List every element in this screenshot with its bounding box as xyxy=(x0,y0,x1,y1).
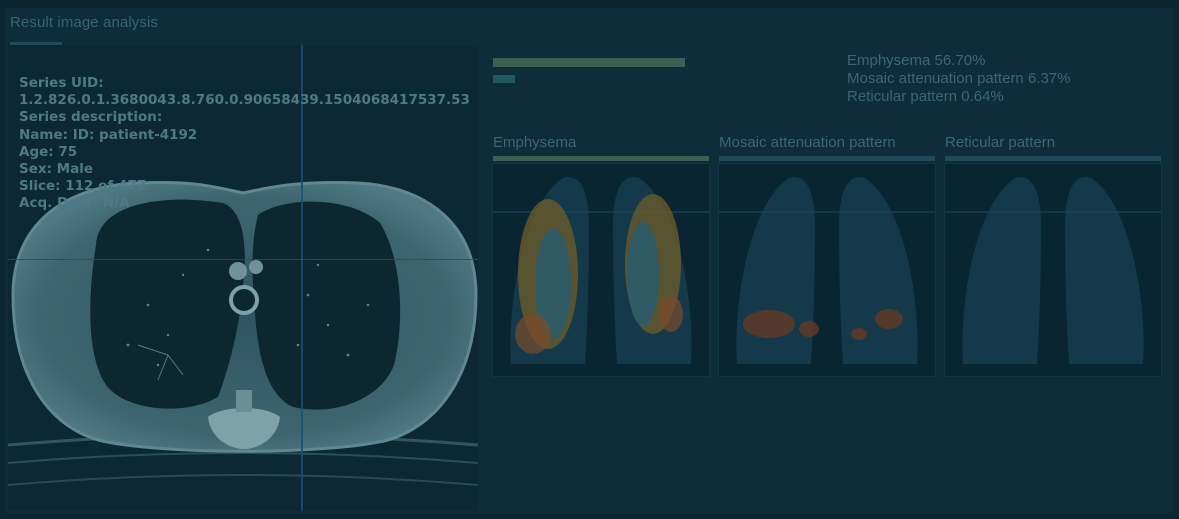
ct-viewer[interactable]: Series UID: 1.2.826.0.1.3680043.8.760.0.… xyxy=(8,45,478,511)
app-window: Result image analysis Series UID: 1.2.82… xyxy=(0,0,1179,519)
mosaic-bar-fill xyxy=(493,75,515,83)
legend-mosaic: Mosaic attenuation pattern 6.37% xyxy=(847,69,1071,87)
percentage-legend: Emphysema 56.70% Mosaic attenuation patt… xyxy=(847,52,1070,105)
series-uid-value: 1.2.826.0.1.3680043.8.760.0.90658439.150… xyxy=(19,92,470,109)
emphysema-bar-fill xyxy=(493,58,685,67)
crosshair-horizontal[interactable] xyxy=(8,259,478,260)
acquisition-date: Acq. Date: N/A xyxy=(19,195,130,212)
map-image-reticular xyxy=(944,163,1162,377)
legend-emphysema: Emphysema 56.70% xyxy=(847,52,986,69)
map-card-mosaic[interactable]: Mosaic attenuation pattern xyxy=(716,134,936,378)
map-accent-emphysema xyxy=(493,156,709,161)
mosaic-bar xyxy=(493,75,515,83)
map-image-mosaic xyxy=(718,163,936,377)
lung-heatmap-mosaic xyxy=(719,177,935,364)
patient-age: Age: 75 xyxy=(19,143,78,160)
emphysema-bar xyxy=(493,58,685,67)
results-panel: Emphysema 56.70% Mosaic attenuation patt… xyxy=(490,48,1170,508)
slice-indicator: Slice: 112 of 477 xyxy=(19,178,147,195)
patient-sex: Sex: Male xyxy=(19,161,94,178)
legend-reticular: Reticular pattern 0.64% xyxy=(847,87,1004,105)
series-description-label: Series description: xyxy=(19,109,163,126)
lung-heatmap-emphysema xyxy=(493,177,709,364)
map-accent-mosaic xyxy=(719,156,935,161)
map-title-emphysema: Emphysema xyxy=(493,134,577,151)
page-title: Result image analysis xyxy=(10,14,158,31)
map-title-mosaic: Mosaic attenuation pattern xyxy=(719,134,896,151)
map-accent-reticular xyxy=(945,156,1161,161)
map-title-reticular: Reticular pattern xyxy=(945,134,1056,151)
map-card-emphysema[interactable]: Emphysema xyxy=(490,134,710,378)
top-strip xyxy=(0,0,1179,8)
series-uid-label: Series UID: xyxy=(19,75,104,91)
map-card-reticular[interactable]: Reticular pattern xyxy=(942,134,1162,378)
lung-heatmap-reticular xyxy=(945,177,1161,364)
map-image-emphysema xyxy=(492,163,710,377)
dicom-info-overlay: Series UID: 1.2.826.0.1.3680043.8.760.0.… xyxy=(19,75,470,213)
patient-name: Name: ID: patient-4192 xyxy=(19,126,198,143)
